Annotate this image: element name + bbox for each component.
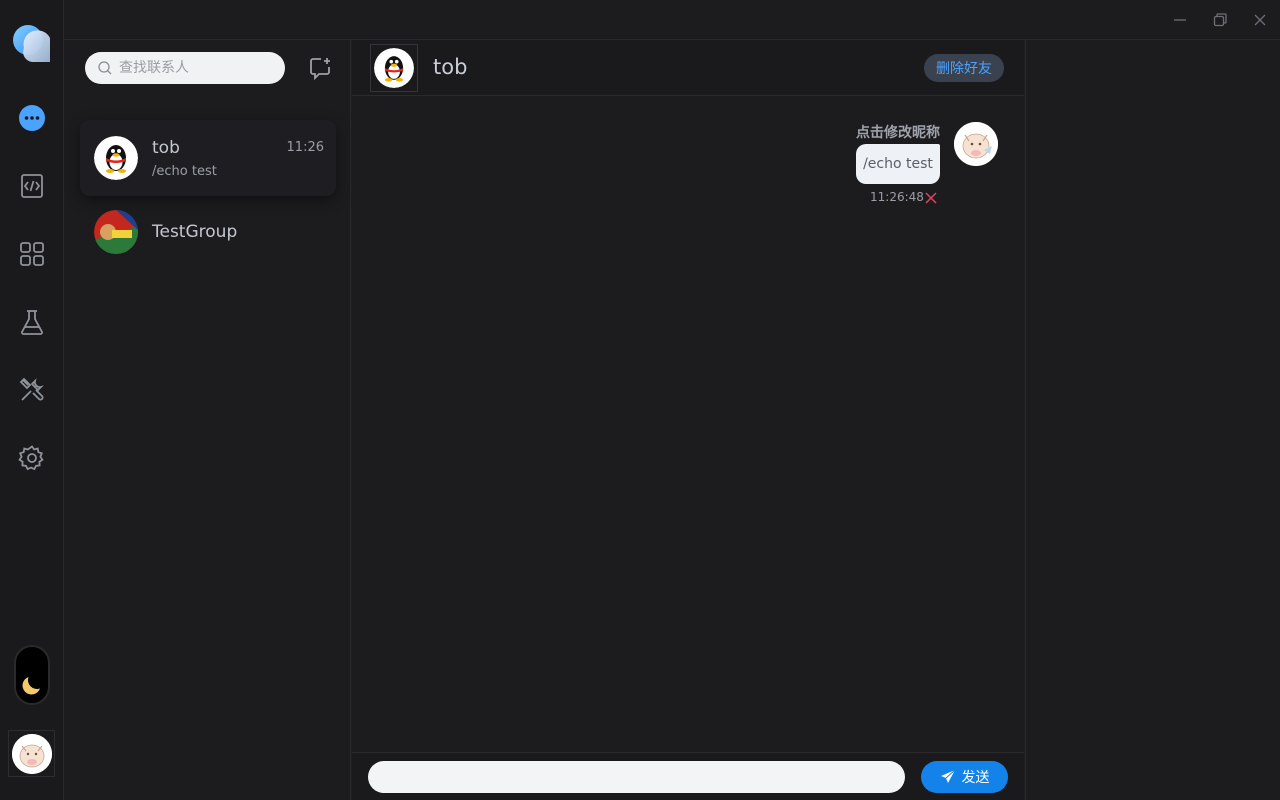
contact-item-testgroup[interactable]: TestGroup (80, 194, 336, 270)
apps-icon[interactable] (16, 238, 48, 270)
contact-time: 11:26 (286, 140, 324, 155)
chat-icon[interactable] (16, 102, 48, 134)
search-input[interactable] (119, 60, 269, 76)
message-avatar[interactable] (954, 122, 998, 166)
tools-icon[interactable] (16, 374, 48, 406)
flask-icon[interactable] (16, 306, 48, 338)
contact-item-tob[interactable]: tob /echo test 11:26 (80, 120, 336, 196)
message-nickname[interactable]: 点击修改昵称 (840, 122, 940, 142)
gear-icon[interactable] (16, 442, 48, 474)
detail-panel (1025, 40, 1280, 800)
contact-name: tob (152, 138, 180, 158)
window-controls (1160, 0, 1280, 40)
message-input[interactable] (368, 761, 905, 793)
moon-icon (22, 677, 40, 695)
code-icon[interactable] (16, 170, 48, 202)
contact-avatar (94, 136, 138, 180)
restore-icon[interactable] (1200, 0, 1240, 40)
user-avatar[interactable] (8, 730, 55, 777)
message-time: 11:26:48 (870, 190, 924, 204)
new-chat-icon[interactable] (308, 56, 332, 81)
user-avatar-image (11, 733, 52, 774)
send-button[interactable]: 发送 (921, 761, 1008, 793)
chat-title: tob (433, 55, 468, 79)
send-failed-icon[interactable] (924, 190, 938, 204)
contact-last-message: /echo test (152, 164, 217, 179)
contact-name: TestGroup (152, 222, 238, 242)
search-box[interactable] (85, 52, 285, 84)
group-avatar (94, 210, 138, 254)
nav-rail (0, 0, 64, 800)
close-icon[interactable] (1240, 0, 1280, 40)
chat-header: tob 删除好友 (352, 40, 1024, 96)
contact-list-panel: tob /echo test 11:26 TestGroup (64, 40, 351, 800)
theme-toggle[interactable] (14, 645, 50, 705)
delete-friend-button[interactable]: 删除好友 (924, 54, 1004, 82)
minimize-icon[interactable] (1160, 0, 1200, 40)
message-bubble[interactable]: /echo test (856, 144, 940, 184)
message-input-bar: 发送 (352, 752, 1024, 800)
search-icon (98, 61, 112, 75)
app-logo-icon (12, 24, 52, 64)
send-label: 发送 (961, 770, 990, 786)
chat-header-avatar[interactable] (370, 44, 418, 92)
send-icon (940, 769, 955, 783)
chat-panel: tob 删除好友 点击修改昵称 /echo test 11:26:48 发送 (352, 40, 1024, 800)
